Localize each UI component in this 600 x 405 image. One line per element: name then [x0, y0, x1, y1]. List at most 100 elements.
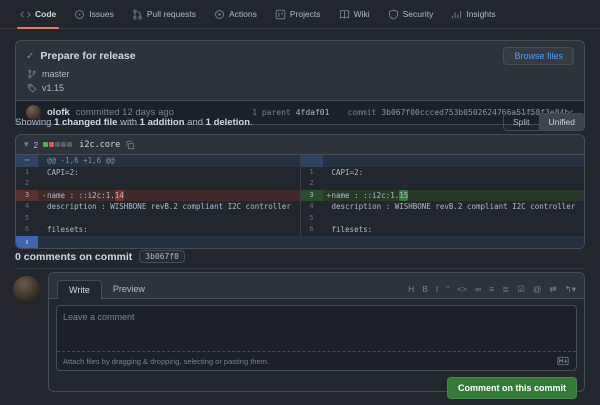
line-number-right[interactable]: 1 [300, 167, 323, 179]
code-line-right: CAPI=2: [332, 167, 364, 179]
copy-icon[interactable] [125, 140, 135, 150]
line-number-right[interactable]: 5 [300, 213, 323, 225]
browse-files-button[interactable]: Browse files [503, 47, 574, 65]
code-icon [20, 9, 31, 20]
code-icon[interactable]: <> [457, 285, 467, 294]
diff-row-changed: 3 -name : ::i2c:1.14 3 +name : ::i2c:1.1… [16, 190, 584, 202]
line-number-right[interactable]: 6 [300, 224, 323, 236]
current-user-avatar [13, 276, 40, 303]
comment-input-container: Attach files by dragging & dropping, sel… [56, 305, 577, 371]
branch-name: master [42, 69, 70, 79]
line-number-left[interactable]: 4 [16, 201, 38, 213]
saved-replies-icon[interactable]: ↰▾ [565, 285, 576, 294]
diff-row: 2 2 [16, 178, 584, 190]
book-icon [339, 9, 350, 20]
diff-summary-row: Showing 1 changed file with 1 addition a… [15, 110, 585, 134]
diff-file-box: ▾ 2 i2c.core ⋯ @@ -1,6 +1,6 @@ 1 CAPI=2:… [15, 134, 585, 249]
line-number-right[interactable]: 4 [300, 201, 323, 213]
code-line-left: description : WISHBONE revB.2 compliant … [47, 201, 291, 213]
task-list-icon[interactable]: ☑ [517, 285, 525, 294]
commit-short-hash-chip: 3b067f0 [139, 250, 185, 263]
diff-split-view: ⋯ @@ -1,6 +1,6 @@ 1 CAPI=2: 1 CAPI=2: 2 … [16, 155, 584, 248]
line-number-left[interactable]: 1 [16, 167, 38, 179]
tab-pull-requests-label: Pull requests [147, 9, 196, 19]
tab-actions-label: Actions [229, 9, 257, 19]
repo-nav: Code Issues Pull requests Actions Projec… [0, 0, 600, 29]
tab-actions[interactable]: Actions [206, 0, 265, 28]
issue-opened-icon [74, 9, 85, 20]
diff-row: 4 description : WISHBONE revB.2 complian… [16, 201, 584, 213]
comment-input[interactable] [57, 306, 576, 346]
composer-toolbar: HBI ” <> ∞ ≡ ≣ ☑ @ ⇄ ↰▾ [408, 285, 576, 299]
play-icon [214, 9, 225, 20]
hunk-expand-gutter[interactable]: ⋯ [16, 155, 38, 167]
diff-row: 5 5 [16, 213, 584, 225]
heading-icon[interactable]: H [408, 285, 414, 294]
quote-icon[interactable]: ” [446, 285, 449, 294]
diff-row: 1 CAPI=2: 1 CAPI=2: [16, 167, 584, 179]
code-line-left: CAPI=2: [47, 167, 79, 179]
comments-count-heading: 0 comments on commit [15, 251, 132, 263]
tab-wiki-label: Wiki [354, 9, 370, 19]
commit-title: Prepare for release [40, 50, 503, 62]
diff-view-toggle: Split Unified [503, 113, 585, 131]
bold-icon[interactable]: B [422, 285, 428, 294]
attach-files-area[interactable]: Attach files by dragging & dropping, sel… [57, 351, 576, 370]
line-number-left[interactable]: 6 [16, 224, 38, 236]
line-number-right[interactable]: 3 [300, 190, 323, 202]
tab-security[interactable]: Security [380, 0, 442, 28]
code-line-left: filesets: [47, 224, 88, 236]
link-icon[interactable]: ∞ [475, 285, 481, 294]
graph-icon [451, 9, 462, 20]
ordered-list-icon[interactable]: ≣ [502, 285, 509, 294]
added-code-text: name : ::i2c:1. [332, 190, 400, 202]
diff-file-header: ▾ 2 i2c.core [16, 135, 584, 155]
hunk-header-row: ⋯ @@ -1,6 +1,6 @@ [16, 155, 584, 167]
tab-security-label: Security [403, 9, 434, 19]
branch-row: master [26, 69, 574, 79]
tab-issues-label: Issues [89, 9, 114, 19]
diff-filename[interactable]: i2c.core [79, 140, 120, 150]
git-branch-icon [27, 69, 37, 79]
deleted-code-text: name : ::i2c:1. [47, 190, 115, 202]
markdown-icon[interactable] [556, 356, 570, 366]
unordered-list-icon[interactable]: ≡ [489, 285, 494, 294]
added-word-highlight: 15 [399, 190, 408, 202]
unified-view-button[interactable]: Unified [539, 114, 584, 130]
tab-pull-requests[interactable]: Pull requests [124, 0, 204, 28]
comments-heading-row: 0 comments on commit 3b067f0 [15, 250, 185, 263]
tab-issues[interactable]: Issues [66, 0, 122, 28]
section-divider [15, 268, 585, 269]
expand-diff-icon[interactable]: ↕ [16, 236, 38, 248]
commit-message-section: ✓ Prepare for release Browse files maste… [16, 41, 584, 100]
tag-row: v1.15 [26, 83, 574, 93]
composer-tab-bar: Write Preview HBI ” <> ∞ ≡ ≣ ☑ @ ⇄ ↰▾ [49, 273, 584, 299]
git-pull-request-icon [132, 9, 143, 20]
comment-composer: Write Preview HBI ” <> ∞ ≡ ≣ ☑ @ ⇄ ↰▾ Attach file… [48, 272, 585, 392]
tab-code[interactable]: Code [12, 0, 64, 28]
tab-projects[interactable]: Projects [267, 0, 329, 28]
tab-projects-label: Projects [290, 9, 321, 19]
project-icon [275, 9, 286, 20]
write-tab[interactable]: Write [57, 280, 102, 299]
mention-icon[interactable]: @ [533, 285, 542, 294]
composer-body: Attach files by dragging & dropping, sel… [49, 299, 584, 371]
line-number-left[interactable]: 2 [16, 178, 38, 190]
diffstat-squares [43, 142, 72, 147]
line-number-left[interactable]: 3 [16, 190, 38, 202]
diff-expander-row: ↕ [16, 236, 584, 248]
cross-reference-icon[interactable]: ⇄ [549, 285, 556, 294]
comment-submit-button[interactable]: Comment on this commit [447, 377, 577, 399]
tab-insights-label: Insights [466, 9, 495, 19]
tag-icon [27, 83, 37, 93]
italic-icon[interactable]: I [436, 285, 438, 294]
tab-insights[interactable]: Insights [443, 0, 503, 28]
tab-wiki[interactable]: Wiki [331, 0, 378, 28]
preview-tab[interactable]: Preview [102, 280, 156, 298]
hunk-header-text: @@ -1,6 +1,6 @@ [47, 155, 115, 167]
collapse-chevron-icon[interactable]: ▾ [24, 139, 29, 150]
line-number-right[interactable]: 2 [300, 178, 323, 190]
line-number-left[interactable]: 5 [16, 213, 38, 225]
diff-row: 6 filesets: 6 filesets: [16, 224, 584, 236]
split-view-button[interactable]: Split [504, 114, 539, 130]
